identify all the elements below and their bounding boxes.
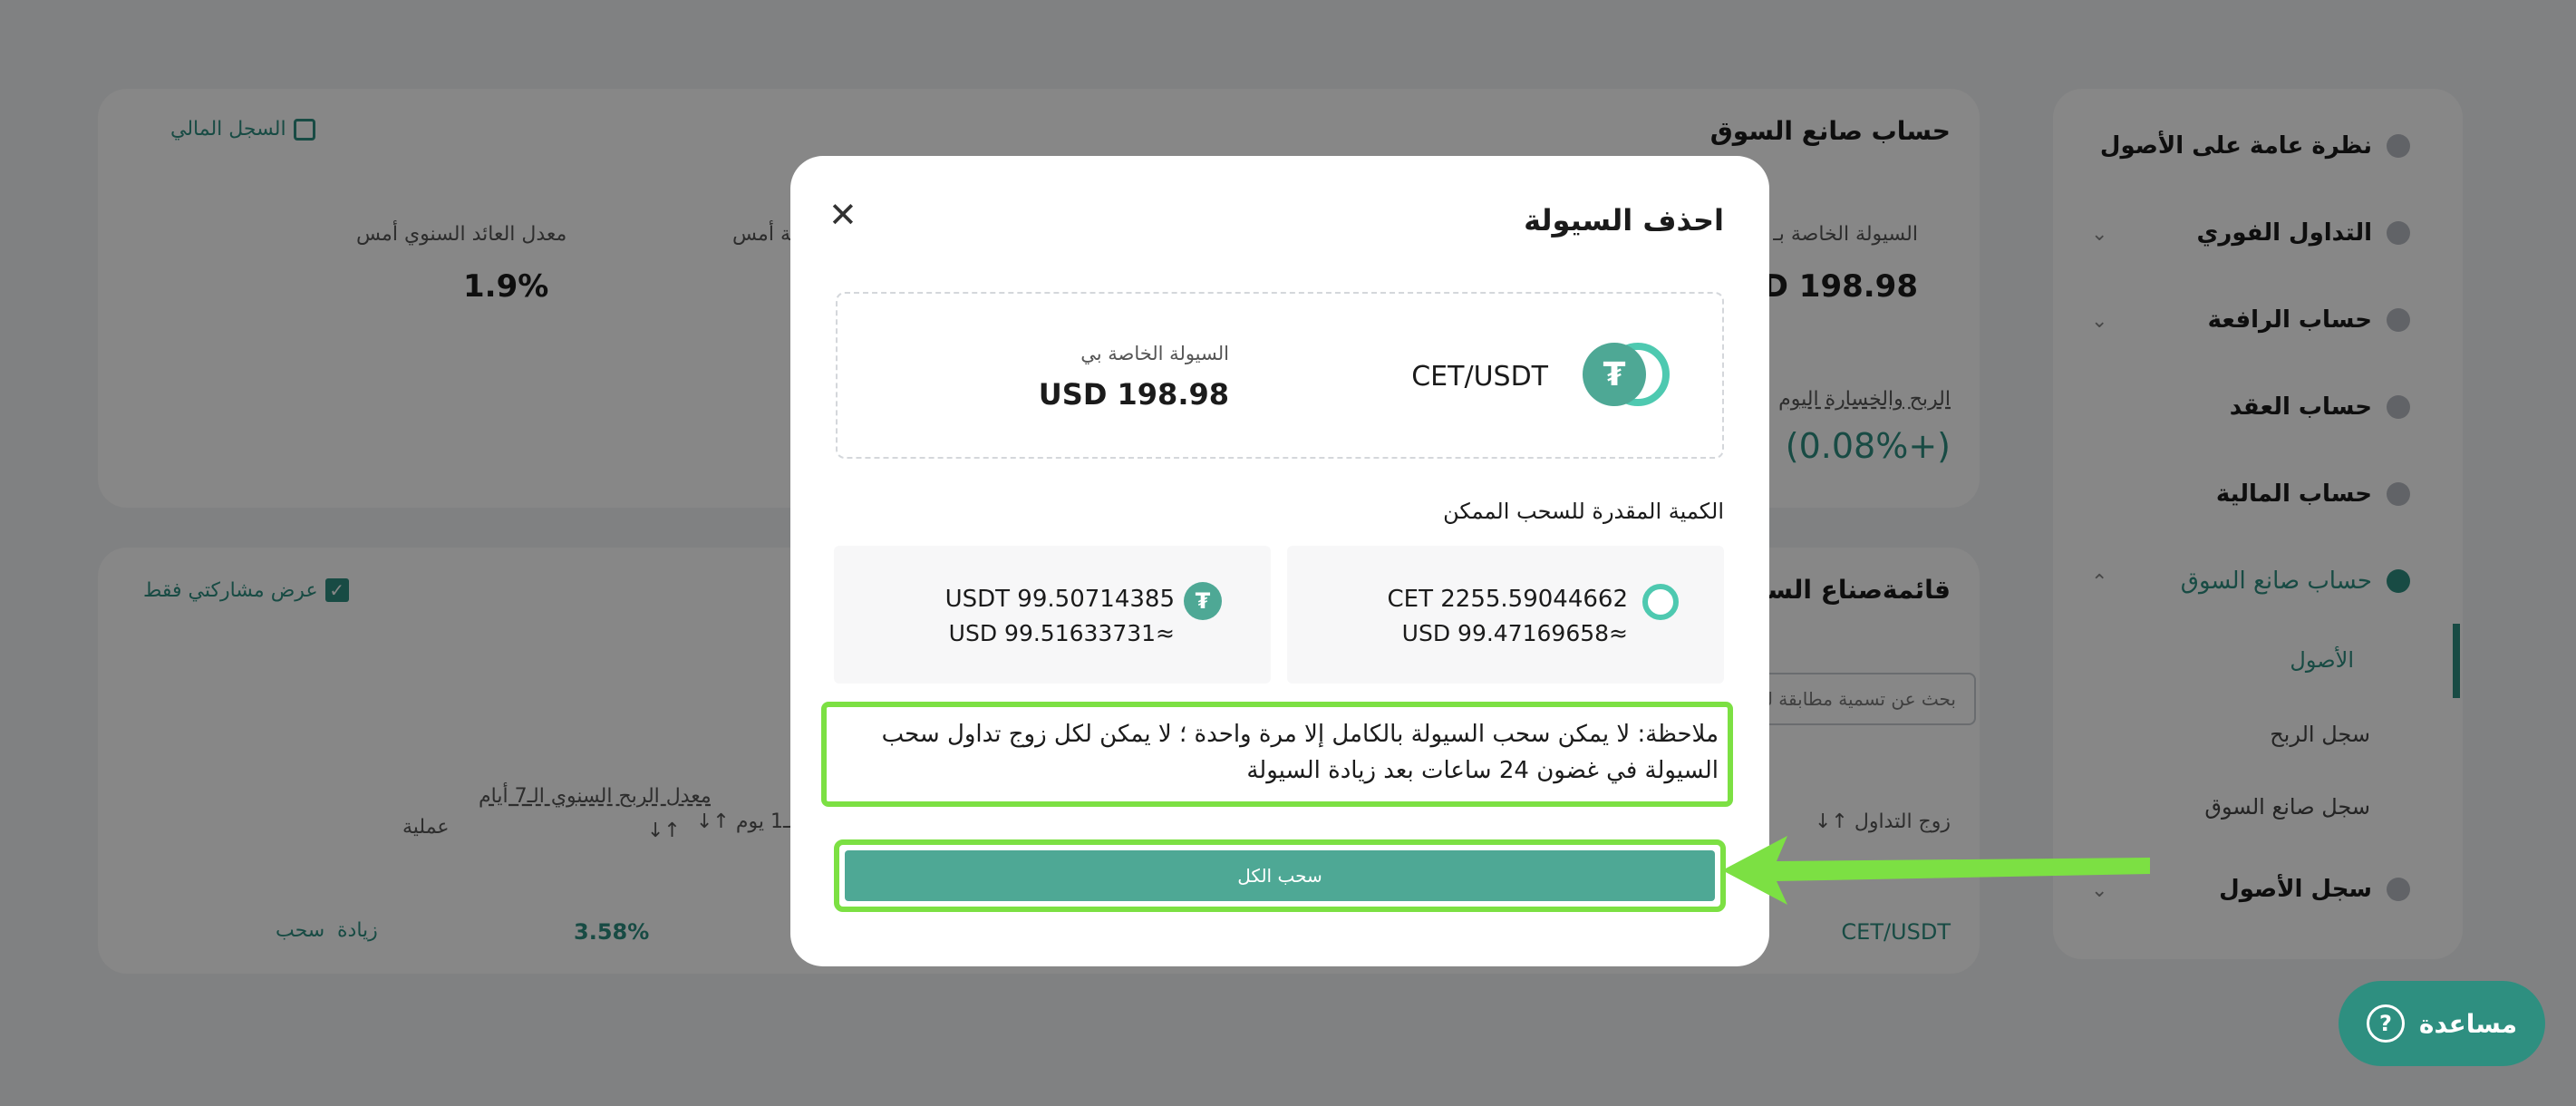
- remove-liquidity-modal: احذف السيولة ✕ ₮ CET/USDT السيولة الخاصة…: [790, 156, 1769, 966]
- pair-name: CET/USDT: [1411, 361, 1548, 393]
- usdt-estimate: ₮ USDT 99.50714385 ≈USD 99.51633731: [834, 546, 1271, 684]
- cet-estimate: CET 2255.59044662 ≈USD 99.47169658: [1287, 546, 1724, 684]
- cet-amount: CET 2255.59044662: [1387, 586, 1629, 613]
- question-icon: ?: [2366, 1004, 2405, 1043]
- usdt-usd-value: ≈USD 99.51633731: [948, 620, 1175, 646]
- usdt-coin-icon: ₮: [1583, 343, 1646, 406]
- estimate-label: الكمية المقدرة للسحب الممكن: [1443, 499, 1724, 524]
- withdraw-all-highlight: سحب الكل: [834, 839, 1726, 912]
- withdraw-all-button[interactable]: سحب الكل: [845, 850, 1715, 901]
- usdt-amount: USDT 99.50714385: [944, 586, 1175, 613]
- my-liquidity-label: السيولة الخاصة بي: [1080, 343, 1229, 364]
- my-liquidity-value: USD 198.98: [1038, 377, 1229, 412]
- usdt-coin-icon: ₮: [1184, 582, 1222, 620]
- cet-usd-value: ≈USD 99.47169658: [1401, 620, 1628, 646]
- help-button[interactable]: مساعدة ?: [2339, 981, 2545, 1066]
- help-label: مساعدة: [2418, 1008, 2518, 1039]
- pair-summary: ₮ CET/USDT السيولة الخاصة بي USD 198.98: [836, 292, 1724, 459]
- close-icon[interactable]: ✕: [828, 198, 857, 232]
- withdraw-note: ملاحظة: لا يمكن سحب السيولة بالكامل إلا …: [821, 702, 1733, 807]
- annotation-arrow-icon: [1722, 836, 2150, 905]
- cet-coin-icon: [1642, 584, 1679, 620]
- modal-title: احذف السيولة: [1524, 203, 1724, 238]
